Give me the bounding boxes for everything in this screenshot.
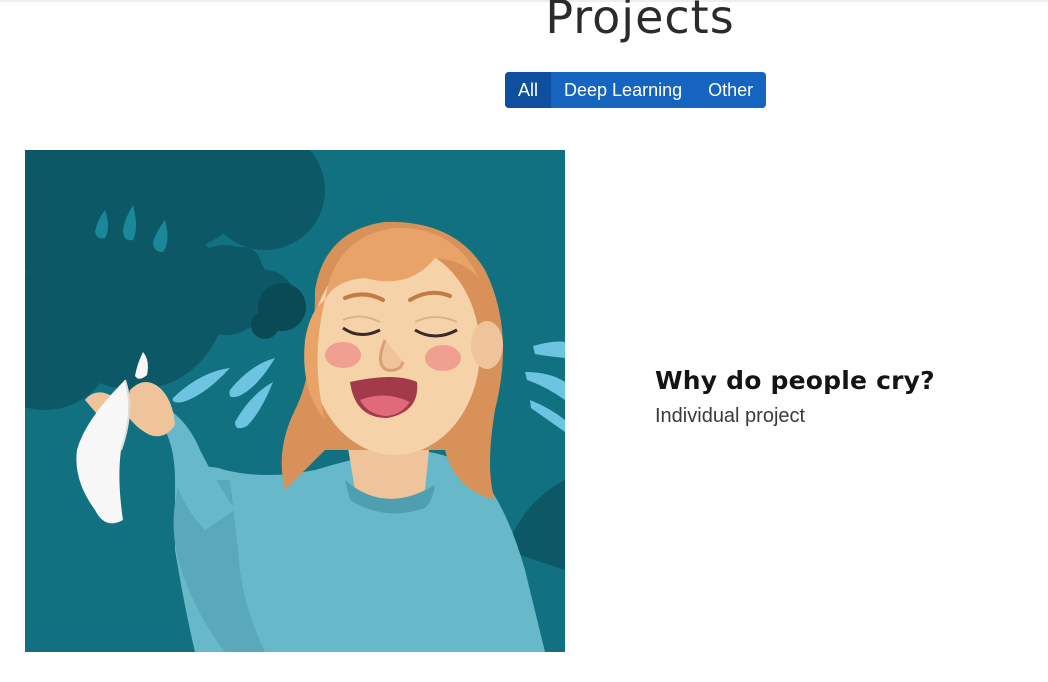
- projects-page: Projects All Deep Learning Other Why do …: [0, 0, 1048, 682]
- filter-other-button[interactable]: Other: [695, 72, 767, 108]
- project-info: Why do people cry? Individual project: [655, 366, 935, 428]
- project-title[interactable]: Why do people cry?: [655, 366, 935, 395]
- project-filter-group: All Deep Learning Other: [505, 72, 767, 108]
- page-title: Projects: [545, 0, 735, 44]
- filter-all-button[interactable]: All: [505, 72, 552, 108]
- crying-woman-illustration: [25, 150, 565, 652]
- project-image[interactable]: [25, 150, 565, 652]
- filter-deep-learning-button[interactable]: Deep Learning: [551, 72, 696, 108]
- project-subtitle: Individual project: [655, 405, 806, 427]
